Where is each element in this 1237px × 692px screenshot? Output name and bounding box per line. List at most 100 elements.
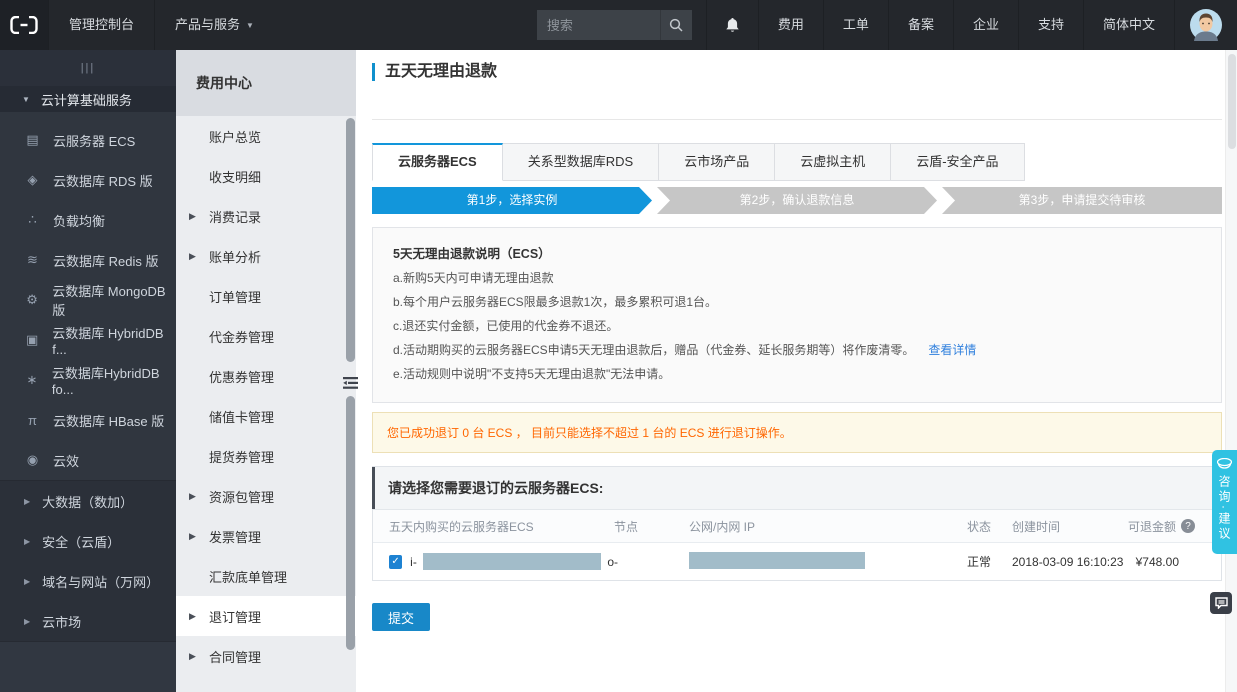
eye-icon: ◉ [26,452,39,467]
page-scrollbar-thumb[interactable] [1227,54,1236,149]
tab-security[interactable]: 云盾-安全产品 [891,143,1025,181]
sidebar-item-mongodb[interactable]: ⚙ 云数据库 MongoDB 版 [0,280,176,320]
tab-virtual-host[interactable]: 云虚拟主机 [775,143,892,181]
submenu-item-coupon-management[interactable]: 优惠券管理 [176,356,356,396]
refund-note-d: d.活动期购买的云服务器ECS申请5天无理由退款后，赠品（代金券、延长服务期等）… [393,338,1201,362]
submenu-item-contract-management[interactable]: ▶ 合同管理 [176,636,356,676]
submenu-item-account-overview[interactable]: 账户总览 [176,116,356,156]
sidebar-drag-handle[interactable]: ||| [0,50,176,86]
submenu-item-income-expense[interactable]: 收支明细 [176,156,356,196]
submenu-item-voucher-management[interactable]: 代金券管理 [176,316,356,356]
instance-table: 请选择您需要退订的云服务器ECS: 五天内购买的云服务器ECS 节点 公网/内网… [372,466,1222,581]
submenu-item-label: 消费记录 [209,209,262,225]
nav-tickets[interactable]: 工单 [822,0,888,50]
col-node: 节点 [614,519,639,534]
submenu-item-remittance-management[interactable]: 汇款底单管理 [176,556,356,596]
cell-refund-amount: ¥748.00 [1135,554,1179,569]
submenu-item-bill-analysis[interactable]: ▶ 账单分析 [176,236,356,276]
submenu-item-label: 优惠券管理 [209,369,275,385]
panel-collapse-handle-icon[interactable] [342,374,359,392]
caret-down-icon: ▼ [22,94,30,104]
nav-enterprise[interactable]: 企业 [952,0,1018,50]
submenu-item-resource-package-management[interactable]: ▶ 资源包管理 [176,476,356,516]
user-avatar[interactable] [1174,0,1237,50]
table-header-row: 五天内购买的云服务器ECS 节点 公网/内网 IP 状态 创建时间 可退金额 ? [373,509,1221,542]
refund-note-c: c.退还实付金额，已使用的代金券不退还。 [393,319,619,333]
submenu-item-stored-card-management[interactable]: 储值卡管理 [176,396,356,436]
notification-bell-icon[interactable] [705,0,758,50]
caret-right-icon: ▶ [189,210,196,221]
sidebar-item-label: 云服务器 ECS [53,133,136,149]
refund-note-b: b.每个用户云服务器ECS限最多退款1次，最多累积可退1台。 [393,295,718,309]
feedback-cloud-icon [1217,458,1232,469]
sidebar-group-bigdata[interactable]: ▶ 大数据（数加） [0,481,176,521]
search-icon[interactable] [659,10,692,40]
submenu-item-unsubscribe-management[interactable]: ▶ 退订管理 [176,596,356,636]
sidebar-section-cloud-basics[interactable]: ▼ 云计算基础服务 [0,86,176,112]
col-refund: 可退金额 ? [1112,518,1221,535]
tab-market[interactable]: 云市场产品 [659,143,776,181]
submenu-scrollbar-thumb[interactable] [346,396,355,650]
submenu-item-consumption-records[interactable]: ▶ 消费记录 [176,196,356,236]
caret-right-icon: ▶ [24,496,31,506]
load-balancer-icon: ∴ [28,212,37,227]
submenu-item-label: 收支明细 [209,169,262,185]
sidebar-item-label: 云数据库HybridDB fo... [51,366,160,397]
sidebar-item-hybriddb-fo[interactable]: ∗ 云数据库HybridDB fo... [0,360,176,400]
drag-handle-icon: ||| [80,62,96,74]
step-2: 第2步，确认退款信息 [657,187,937,214]
sidebar-item-label: 云数据库 HybridDB f... [52,326,164,357]
tab-ecs[interactable]: 云服务器ECS [372,143,503,181]
chat-bubble-icon[interactable] [1210,592,1232,614]
nav-language-label: 简体中文 [1102,17,1155,32]
sidebar-item-hbase[interactable]: π 云数据库 HBase 版 [0,400,176,440]
sidebar-group-label: 域名与网站（万网） [42,574,160,590]
caret-right-icon: ▶ [189,610,196,621]
quota-warning: 您已成功退订 0 台 ECS ， 目前只能选择不超过 1 台的 ECS 进行退订… [372,412,1222,453]
col-refund-label: 可退金额 [1127,519,1176,534]
submenu-scrollbar-thumb[interactable] [346,118,355,362]
sidebar-item-yunxiao[interactable]: ◉ 云效 [0,440,176,480]
instance-id-prefix: i- [410,554,417,569]
submenu-item-order-management[interactable]: 订单管理 [176,276,356,316]
sidebar-item-hybriddb-f[interactable]: ▣ 云数据库 HybridDB f... [0,320,176,360]
redis-layers-icon: ≋ [27,252,38,267]
nav-products-menu[interactable]: 产品与服务 ▼ [154,0,274,50]
caret-right-icon: ▶ [24,536,31,546]
nav-support-label: 支持 [1037,17,1064,32]
help-question-icon[interactable]: ? [1181,519,1195,533]
search-input[interactable] [536,17,660,33]
feedback-tab[interactable]: 咨询·建议 [1212,450,1237,554]
nav-language[interactable]: 简体中文 [1082,0,1174,50]
refund-note-e: e.活动规则中说明"不支持5天无理由退款"无法申请。 [393,367,671,381]
nav-support[interactable]: 支持 [1017,0,1083,50]
sidebar-group-label: 云市场 [42,614,82,630]
caret-right-icon: ▶ [189,250,196,261]
submenu-item-label: 发票管理 [209,529,262,545]
nav-icp[interactable]: 备案 [887,0,953,50]
view-details-link[interactable]: 查看详情 [928,343,976,357]
sidebar-group-security[interactable]: ▶ 安全（云盾） [0,521,176,561]
submit-button[interactable]: 提交 [372,603,430,631]
tab-rds[interactable]: 关系型数据库RDS [502,143,660,181]
redacted-ip [689,551,865,569]
nav-billing[interactable]: 费用 [757,0,823,50]
col-ip: 公网/内网 IP [689,519,756,534]
sidebar-group-market[interactable]: ▶ 云市场 [0,601,176,641]
sidebar-item-ecs[interactable]: ▤ 云服务器 ECS [0,120,176,160]
sidebar-item-redis[interactable]: ≋ 云数据库 Redis 版 [0,240,176,280]
alibaba-cloud-logo-icon[interactable] [0,0,48,50]
sidebar-item-rds[interactable]: ◈ 云数据库 RDS 版 [0,160,176,200]
nav-console[interactable]: 管理控制台 [48,0,154,50]
nav-console-label: 管理控制台 [69,17,135,32]
sidebar-group-domains[interactable]: ▶ 域名与网站（万网） [0,561,176,601]
submenu-item-label: 资源包管理 [209,489,275,505]
caret-right-icon: ▶ [189,650,196,661]
submenu-item-label: 账户总览 [209,129,262,145]
refund-notes-box: 5天无理由退款说明（ECS） a.新购5天内可申请无理由退款 b.每个用户云服务… [372,227,1222,403]
sidebar-item-slb[interactable]: ∴ 负载均衡 [0,200,176,240]
row-checkbox[interactable] [389,554,403,569]
submenu-item-pickup-coupon-management[interactable]: 提货券管理 [176,436,356,476]
submenu-item-invoice-management[interactable]: ▶ 发票管理 [176,516,356,556]
caret-right-icon: ▶ [189,490,196,501]
